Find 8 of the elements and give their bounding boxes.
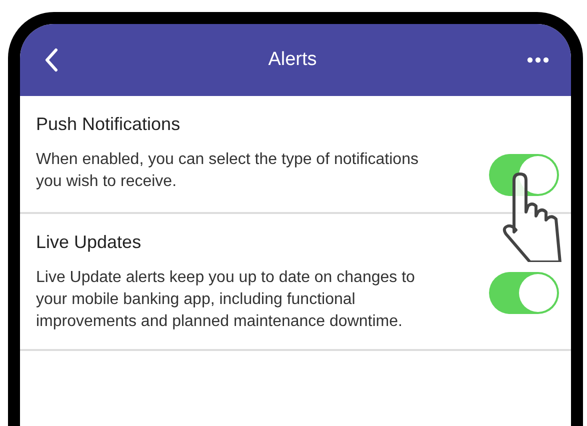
setting-description: When enabled, you can select the type of notifications you wish to receive.: [36, 150, 420, 192]
toggle-switch[interactable]: [489, 272, 559, 314]
more-icon[interactable]: [526, 57, 549, 63]
setting-description: Live Update alerts keep you up to date on changes to your mobile banking app, including functional improvements and planned maintenance downtime.: [36, 268, 416, 332]
screen-title: Alerts: [268, 49, 317, 71]
setting-title: Live Updates: [36, 232, 142, 253]
back-icon[interactable]: [44, 48, 58, 72]
setting-title: Push Notifications: [36, 114, 182, 135]
